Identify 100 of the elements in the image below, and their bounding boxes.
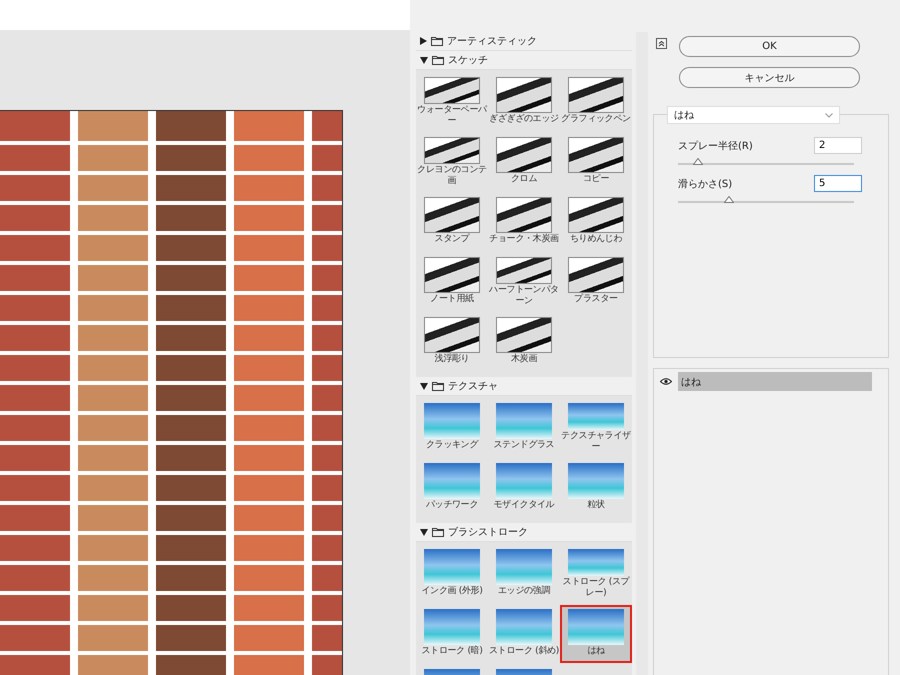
preview-image [568,257,624,293]
preview-image [496,403,552,439]
filter-label: ぎざぎざのエッジ [488,114,560,125]
filter-thumbnail[interactable]: プラスター [560,253,632,311]
preview-image [424,463,480,499]
filter-thumbnail[interactable]: クラッキング [416,399,488,457]
preview-image [496,609,552,645]
category-name[interactable]: アーティスティック [447,34,537,48]
slider-track[interactable] [678,158,854,167]
preview-image [496,197,552,233]
filter-label: ストローク (暗) [420,646,484,657]
filter-label: コピー [582,174,610,185]
filter-label: ストローク (スプレー) [562,577,631,599]
preview-image [424,549,480,585]
filter-label: グラフィックペン [560,114,632,125]
layer-name[interactable]: はね [678,372,872,391]
folder-icon [432,381,444,391]
filter-thumbnail[interactable]: クレヨンのコンテ画 [416,133,488,191]
filter-label: ノート用紙 [429,294,475,305]
filter-label: ちりめんじわ [568,234,624,245]
chevron-down-icon [825,112,833,118]
filter-label: ハーフトーンパターン [488,285,560,307]
filter-thumbnail[interactable]: はね [560,605,632,663]
filter-label: 浅浮彫り [434,354,470,365]
category-name[interactable]: ブラシストローク [448,525,528,539]
filter-label: インク画 (外形) [420,586,484,597]
category-name[interactable]: テクスチャ [448,379,498,393]
preview-image [424,317,480,353]
preview-image [424,257,480,293]
preview-image [568,549,624,576]
filter-label: チョーク・木炭画 [488,234,560,245]
caret-icon[interactable] [420,37,427,45]
filter-thumbnail[interactable]: スタンプ [416,193,488,251]
preview-image [568,137,624,173]
filter-label: 木炭画 [510,354,538,365]
preview-image [496,549,552,585]
folder-icon [432,527,444,537]
filter-label: ウォーターペーパー [416,105,488,127]
folder-icon [432,55,444,65]
filter-thumbnail[interactable]: 粒状 [560,459,632,517]
filter-thumbnail[interactable]: グラフィックペン [560,73,632,131]
preview-image [496,257,552,284]
filter-thumbnail[interactable]: パッチワーク [416,459,488,517]
filter-dropdown[interactable]: はね [667,106,840,124]
filter-label: パッチワーク [424,500,480,511]
filter-thumbnail[interactable]: ストローク (暗) [416,605,488,663]
filter-thumbnail[interactable]: ストローク (斜め) [488,605,560,663]
filter-label: クレヨンのコンテ画 [416,165,488,187]
filter-thumbnail[interactable]: チョーク・木炭画 [488,193,560,251]
filter-label: クラッキング [424,440,480,451]
preview-image [424,403,480,439]
filter-label: スタンプ [434,234,471,245]
preview-image [424,137,480,164]
preview-image [424,77,480,104]
filter-thumbnail[interactable]: ちりめんじわ [560,193,632,251]
preview-image [424,197,480,233]
filter-thumbnail[interactable]: モザイクタイル [488,459,560,517]
filter-label: はね [586,646,606,657]
filter-label: テクスチャライザー [560,431,632,453]
filter-thumbnail[interactable]: ぎざぎざのエッジ [488,73,560,131]
setting-label: スプレー半径(R) [678,140,753,152]
value-field[interactable]: 2 [814,137,862,154]
filter-label: ストローク (斜め) [488,646,560,657]
filter-thumbnail[interactable]: エッジの強調 [488,545,560,603]
preview-image [568,609,624,645]
preview-image [568,197,624,233]
filter-thumbnail[interactable]: テクスチャライザー [560,399,632,457]
filter-label: ステンドグラス [492,440,556,451]
filter-label: モザイクタイル [492,500,556,511]
filter-thumbnail[interactable]: ステンドグラス [488,399,560,457]
ok-button[interactable]: OK [679,36,860,57]
setting-label: 滑らかさ(S) [678,178,732,190]
filter-thumbnail[interactable]: コピー [560,133,632,191]
folder-icon [431,36,443,46]
filter-thumbnail[interactable]: ストローク (スプレー) [560,545,632,603]
filter-thumbnail[interactable]: クロム [488,133,560,191]
category-name[interactable]: スケッチ [448,53,488,67]
preview-image [568,403,624,430]
filter-thumbnail[interactable]: 木炭画 [488,313,560,371]
slider-thumb[interactable] [724,196,734,203]
filter-label: エッジの強調 [496,586,552,597]
slider-thumb[interactable] [692,158,703,165]
filter-thumbnail[interactable]: ノート用紙 [416,253,488,311]
preview-image [568,77,624,113]
slider-track[interactable] [678,196,854,205]
preview-image [496,77,552,113]
preview-image [496,317,552,353]
filter-thumbnail[interactable]: インク画 (外形) [416,545,488,603]
filter-label: プラスター [573,294,619,305]
preview-image [424,609,480,645]
cancel-button[interactable]: キャンセル [679,67,860,88]
filter-thumbnail[interactable]: ハーフトーンパターン [488,253,560,311]
preview-image [496,137,552,173]
value-field[interactable]: 5 [814,175,862,192]
collapse-icon[interactable] [656,38,667,49]
filter-label: 粒状 [586,500,606,511]
filter-thumbnail[interactable]: 浅浮彫り [416,313,488,371]
eye-icon[interactable] [660,378,672,385]
filter-thumbnail[interactable]: ウォーターペーパー [416,73,488,131]
preview-image [496,463,552,499]
